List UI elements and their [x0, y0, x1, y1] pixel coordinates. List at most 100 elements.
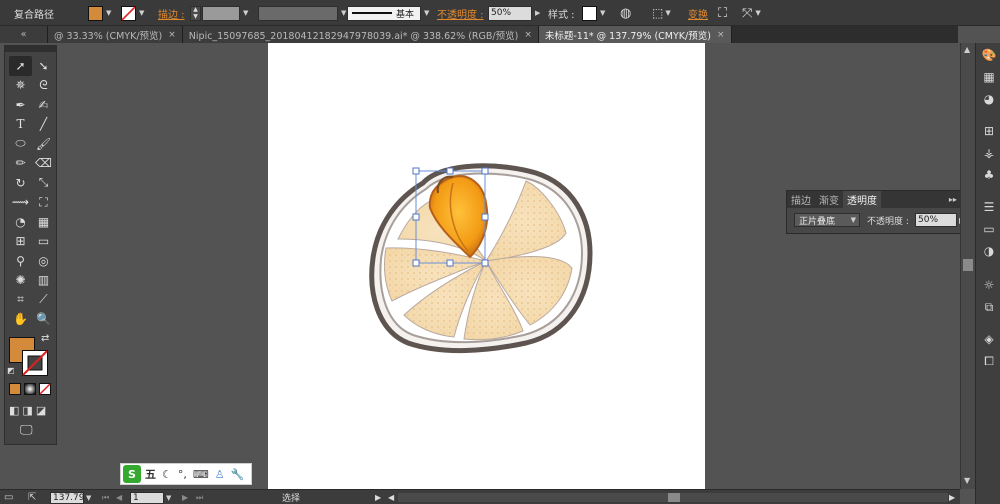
page-value[interactable]: 1 [130, 491, 164, 504]
opacity-label[interactable]: 不透明度 : [437, 0, 484, 26]
pencil-tool-icon[interactable]: ✏ [9, 154, 32, 174]
document-tab-1[interactable]: @ 33.33% (CMYK/预览) × [48, 26, 183, 43]
line-segment-tool-icon[interactable]: ╱ [32, 115, 55, 135]
close-icon[interactable]: × [717, 30, 725, 40]
artboard-tool-icon[interactable]: ⌗ [9, 290, 32, 310]
close-icon[interactable]: × [168, 30, 176, 40]
ellipse-tool-icon[interactable]: ⬭ [9, 134, 32, 154]
keyboard-icon[interactable]: ⌨ [193, 468, 209, 481]
zoom-tool-icon[interactable]: 🔍 [32, 310, 55, 330]
page-dropdown-icon[interactable]: ▼ [166, 494, 171, 502]
gradient-panel-icon[interactable]: ▭ [980, 221, 998, 237]
first-page-icon[interactable]: ⏮ [102, 490, 109, 504]
zoom-dropdown-icon[interactable]: ▼ [86, 494, 91, 502]
ime-logo-icon[interactable]: S [123, 465, 141, 483]
fill-swatch[interactable]: ▼ [88, 0, 111, 26]
scroll-down-icon[interactable]: ▼ [964, 476, 970, 485]
stroke-weight-stepper[interactable]: ▲ ▼ ▼ [190, 0, 248, 26]
eraser-tool-icon[interactable]: ⌫ [32, 154, 55, 174]
shape-builder-tool-icon[interactable]: ◔ [9, 212, 32, 232]
pen-tool-icon[interactable]: ✒ [9, 95, 32, 115]
document-icon[interactable]: ▭ [4, 490, 13, 504]
perspective-grid-tool-icon[interactable]: ▦ [32, 212, 55, 232]
screen-mode-icon[interactable]: 🖵 [20, 423, 33, 438]
next-page-icon[interactable]: ▶ [182, 490, 188, 504]
draw-normal-icon[interactable]: ◧ [9, 404, 19, 417]
page-select[interactable]: 1 ▼ [130, 490, 171, 504]
appearance-icon[interactable]: ☼ [980, 277, 998, 293]
artboard[interactable] [268, 43, 705, 489]
zoom-select[interactable]: 137.79 ▼ [50, 490, 91, 504]
tabs-collapse-button[interactable]: « [0, 26, 48, 43]
panel-opacity-input[interactable]: 50% [915, 213, 957, 227]
symbol-sprayer-tool-icon[interactable]: ✺ [9, 271, 32, 291]
transform-link[interactable]: 变换 [688, 0, 708, 26]
wrench-icon[interactable]: 🔧 [231, 468, 245, 481]
fill-dropdown-icon[interactable]: ▼ [106, 9, 111, 17]
stroke-dropdown-icon[interactable]: ▼ [139, 9, 144, 17]
toolbox-grip[interactable] [5, 46, 56, 52]
graphic-styles-icon[interactable]: ♣ [980, 167, 998, 183]
scale-tool-icon[interactable]: ⤡ [32, 173, 55, 193]
width-tool-icon[interactable]: ⟿ [9, 193, 32, 213]
punctuation-icon[interactable]: °, [178, 468, 187, 481]
tab-transparency[interactable]: 透明度 [843, 191, 881, 208]
transparency-panel-icon[interactable]: ◑ [980, 243, 998, 259]
user-icon[interactable]: ♙ [215, 468, 225, 481]
profile-dropdown-icon[interactable]: ▼ [341, 9, 346, 17]
type-tool-icon[interactable]: T [9, 115, 32, 135]
gradient-mode-icon[interactable] [24, 383, 36, 395]
rotate-tool-icon[interactable]: ↻ [9, 173, 32, 193]
style-dropdown-icon[interactable]: ▼ [600, 9, 605, 17]
scroll-up-icon[interactable]: ▲ [964, 45, 970, 54]
color-icon[interactable]: ◕ [980, 91, 998, 107]
slice-tool-icon[interactable]: ⟋ [32, 290, 55, 310]
column-graph-tool-icon[interactable]: ▥ [32, 271, 55, 291]
export-icon[interactable]: ⇱ [28, 490, 36, 504]
opacity-field[interactable]: 50% ▶ [488, 0, 540, 26]
tab-gradient[interactable]: 渐变 [815, 191, 843, 208]
brush-definition[interactable]: 基本 ▼ [347, 0, 429, 26]
blend-tool-icon[interactable]: ◎ [32, 251, 55, 271]
selection-tool-icon[interactable]: ➚ [9, 56, 32, 76]
tab-stroke[interactable]: 描边 [787, 191, 815, 208]
lasso-tool-icon[interactable]: ᘓ [32, 76, 55, 96]
orange-slice-artwork[interactable] [268, 43, 705, 489]
color-mode-icon[interactable] [9, 383, 21, 395]
ime-input-mode[interactable]: 五 [145, 466, 156, 482]
prev-page-icon[interactable]: ◀ [116, 490, 122, 504]
stroke-weight-dropdown-icon[interactable]: ▼ [243, 9, 248, 17]
zoom-value[interactable]: 137.79 [50, 491, 85, 504]
scroll-right-icon[interactable]: ▶ [949, 490, 955, 504]
align-panel-icon[interactable]: ⧉ [980, 299, 998, 315]
gradient-tool-icon[interactable]: ▭ [32, 232, 55, 252]
mesh-tool-icon[interactable]: ⊞ [9, 232, 32, 252]
close-icon[interactable]: × [524, 30, 532, 40]
hand-tool-icon[interactable]: ✋ [9, 310, 32, 330]
draw-behind-icon[interactable]: ◨ [22, 404, 32, 417]
opacity-arrow-icon[interactable]: ▶ [535, 9, 540, 17]
stroke-panel-icon[interactable]: ☰ [980, 199, 998, 215]
status-menu-icon[interactable]: ▶ [375, 490, 381, 504]
none-mode-icon[interactable] [39, 383, 51, 395]
stroke-label[interactable]: 描边 : [158, 0, 185, 26]
document-tab-3[interactable]: 未标题-11* @ 137.79% (CMYK/预览) × [538, 26, 732, 43]
align-options-icon[interactable]: ⬚ ▼ [652, 0, 671, 26]
free-transform-tool-icon[interactable]: ⛶ [32, 193, 55, 213]
scroll-left-icon[interactable]: ◀ [388, 490, 394, 504]
variable-width-profile[interactable]: ▼ [258, 0, 346, 26]
layers-icon[interactable]: ◈ [980, 331, 998, 347]
brushes-icon[interactable]: ⚶ [980, 145, 998, 161]
eyedropper-tool-icon[interactable]: ⚲ [9, 251, 32, 271]
style-swatch[interactable]: ▼ [582, 0, 605, 26]
moon-icon[interactable]: ☾ [162, 468, 172, 481]
paintbrush-tool-icon[interactable]: 🖌 [32, 134, 55, 154]
vertical-scroll-thumb[interactable] [963, 259, 973, 271]
draw-inside-icon[interactable]: ◪ [36, 404, 46, 417]
last-page-icon[interactable]: ⏭ [196, 490, 203, 504]
stroke-color-box[interactable] [22, 350, 48, 376]
magic-wand-tool-icon[interactable]: ✵ [9, 76, 32, 96]
document-tab-2[interactable]: Nipic_15097685_20180412182947978039.ai* … [182, 26, 539, 43]
symbols-icon[interactable]: ⊞ [980, 123, 998, 139]
artboards-icon[interactable]: ⧠ [980, 353, 998, 369]
